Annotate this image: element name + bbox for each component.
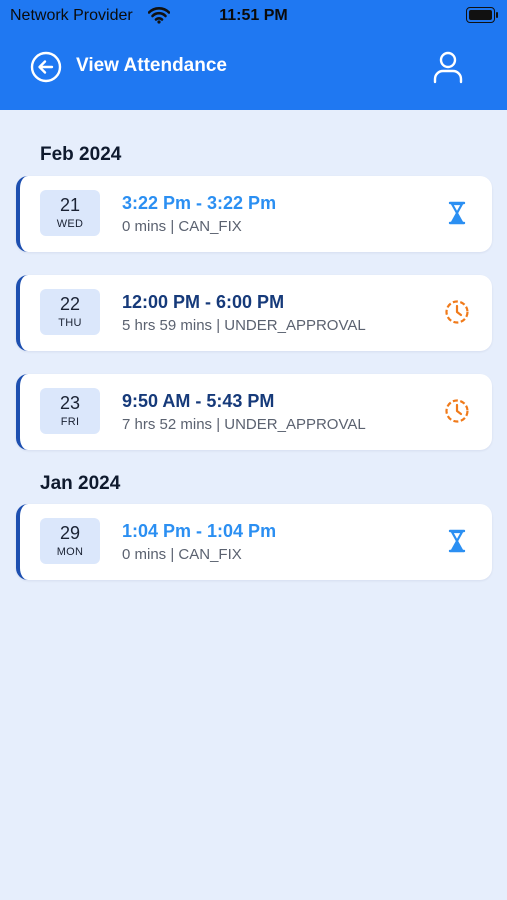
attendance-card[interactable]: 21 WED 3:22 Pm - 3:22 Pm 0 mins | CAN_FI… — [16, 176, 492, 252]
hourglass-icon — [444, 200, 470, 226]
date-day: 22 — [59, 294, 81, 314]
date-day: 23 — [59, 393, 81, 413]
battery-icon — [466, 7, 498, 23]
status-time: 11:51 PM — [219, 7, 288, 24]
profile-button[interactable] — [432, 50, 464, 84]
attendance-card[interactable]: 29 MON 1:04 Pm - 1:04 Pm 0 mins | CAN_FI… — [16, 504, 492, 580]
date-day: 21 — [59, 195, 81, 215]
attendance-details: 7 hrs 52 mins | UNDER_APPROVAL — [122, 416, 366, 433]
time-range: 3:22 Pm - 3:22 Pm — [122, 193, 277, 213]
attendance-details: 5 hrs 59 mins | UNDER_APPROVAL — [122, 317, 366, 334]
date-badge: 21 WED — [40, 190, 100, 236]
back-button[interactable] — [30, 51, 62, 83]
app-header: View Attendance — [0, 32, 507, 110]
time-range: 9:50 AM - 5:43 PM — [122, 391, 275, 411]
attendance-card[interactable]: 22 THU 12:00 PM - 6:00 PM 5 hrs 59 mins … — [16, 275, 492, 351]
arrow-left-circle-icon — [30, 51, 62, 83]
time-range: 12:00 PM - 6:00 PM — [122, 292, 285, 312]
attendance-details: 0 mins | CAN_FIX — [122, 218, 242, 235]
date-badge: 23 FRI — [40, 388, 100, 434]
date-badge: 22 THU — [40, 289, 100, 335]
attendance-details: 0 mins | CAN_FIX — [122, 546, 242, 563]
date-weekday: WED — [56, 218, 84, 230]
month-header: Jan 2024 — [40, 473, 121, 494]
date-weekday: FRI — [60, 416, 80, 428]
clock-pending-icon — [444, 299, 470, 325]
page-title: View Attendance — [76, 55, 227, 76]
status-bar: Network Provider 11:51 PM — [0, 0, 507, 32]
date-weekday: MON — [56, 546, 84, 558]
date-badge: 29 MON — [40, 518, 100, 564]
clock-pending-icon — [444, 398, 470, 424]
time-range: 1:04 Pm - 1:04 Pm — [122, 521, 277, 541]
attendance-card[interactable]: 23 FRI 9:50 AM - 5:43 PM 7 hrs 52 mins |… — [16, 374, 492, 450]
date-day: 29 — [59, 523, 81, 543]
month-header: Feb 2024 — [40, 144, 122, 165]
hourglass-icon — [444, 528, 470, 554]
date-weekday: THU — [58, 317, 82, 329]
user-icon — [433, 51, 463, 84]
